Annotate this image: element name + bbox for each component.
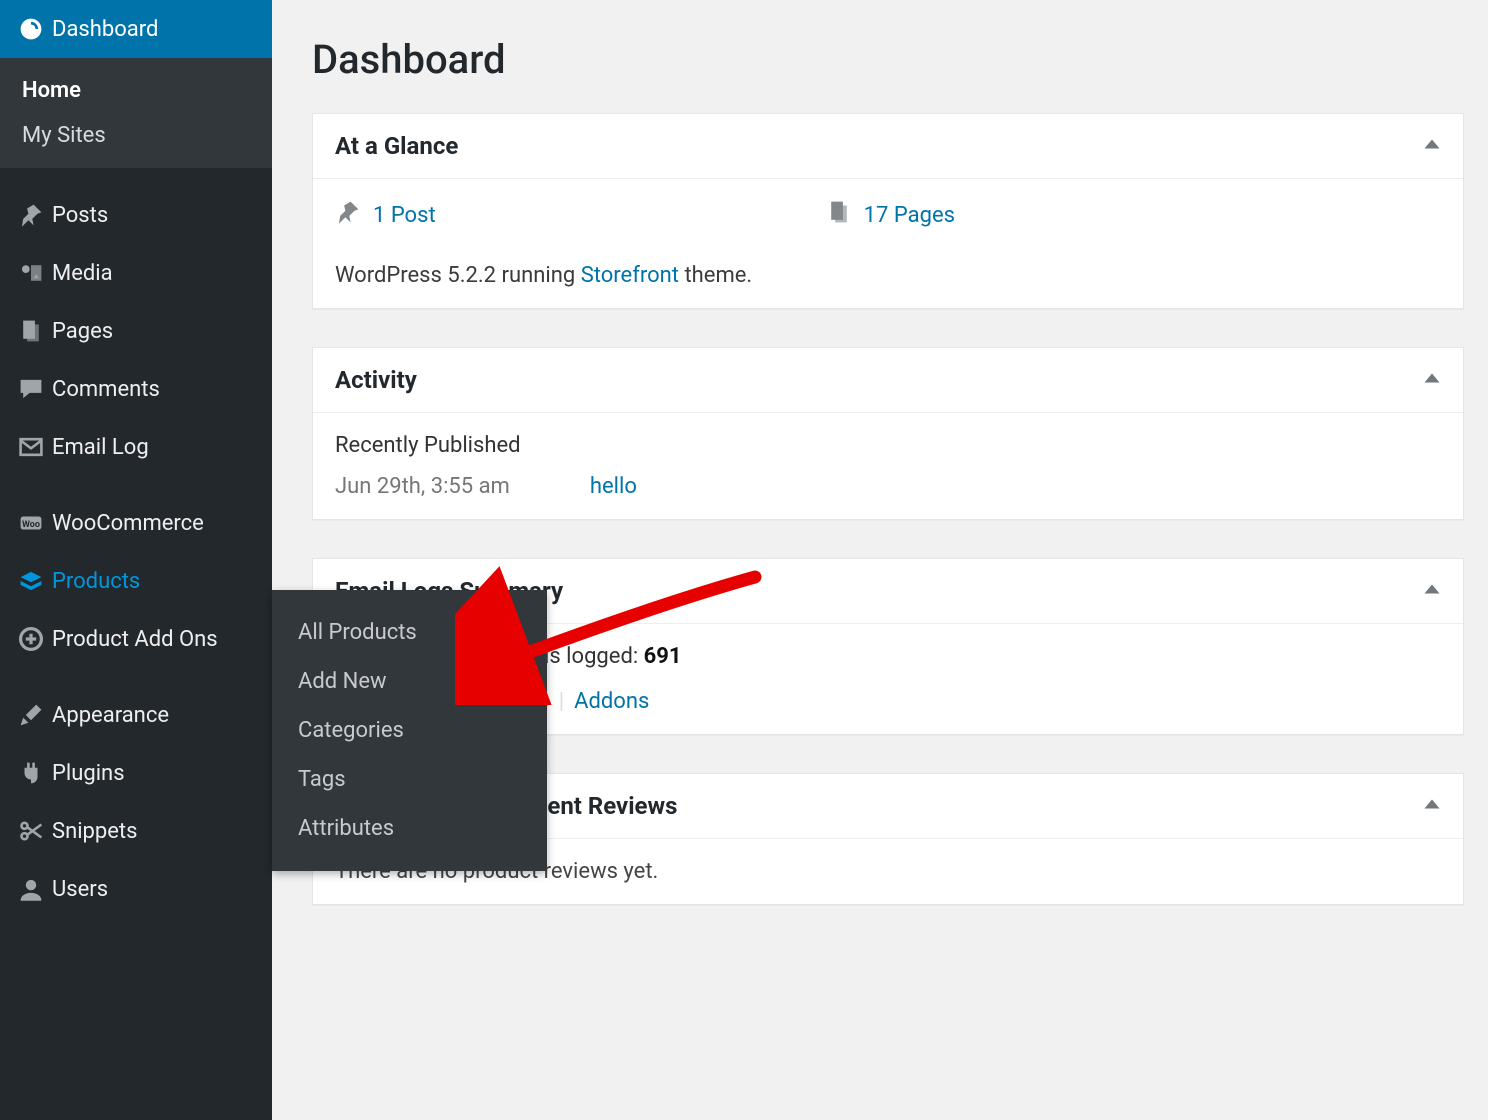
sidebar-item-label: Appearance xyxy=(52,703,169,728)
sidebar-item-label: Pages xyxy=(52,319,113,344)
collapse-icon[interactable] xyxy=(1423,795,1441,817)
sidebar-item-appearance[interactable]: Appearance xyxy=(0,686,272,744)
email-addons-link[interactable]: Addons xyxy=(574,689,649,714)
activity-row: Jun 29th, 3:55 am hello xyxy=(335,474,1441,499)
collapse-icon[interactable] xyxy=(1423,135,1441,157)
comments-icon xyxy=(18,375,52,403)
collapse-icon[interactable] xyxy=(1423,580,1441,602)
pages-icon xyxy=(18,317,52,345)
sidebar-sub-mysites[interactable]: My Sites xyxy=(18,113,272,158)
email-log-count-value: 691 xyxy=(644,644,682,669)
page-title: Dashboard xyxy=(312,0,1464,113)
admin-sidebar: Dashboard Home My Sites Posts Media Page… xyxy=(0,0,272,1120)
panel-at-a-glance: At a Glance 1 Post 17 Pages WordPress 5.… xyxy=(312,113,1464,309)
sidebar-item-label: Posts xyxy=(52,203,108,228)
pin-icon xyxy=(335,199,361,231)
woocommerce-icon: Woo xyxy=(18,509,52,537)
svg-text:Woo: Woo xyxy=(22,520,40,530)
scissors-icon xyxy=(18,817,52,845)
sidebar-submenu-dashboard: Home My Sites xyxy=(0,58,272,168)
glance-posts-link[interactable]: 1 Post xyxy=(373,203,436,228)
sidebar-item-productaddons[interactable]: Product Add Ons xyxy=(0,610,272,668)
sidebar-item-label: Comments xyxy=(52,377,160,402)
sidebar-item-posts[interactable]: Posts xyxy=(0,186,272,244)
sidebar-item-label: Users xyxy=(52,877,108,902)
envelope-icon xyxy=(18,433,52,461)
sidebar-item-products[interactable]: Products xyxy=(0,552,272,610)
panel-title: At a Glance xyxy=(335,132,458,160)
pages-icon xyxy=(826,199,852,231)
panel-activity: Activity Recently Published Jun 29th, 3:… xyxy=(312,347,1464,520)
user-icon xyxy=(18,875,52,903)
products-icon xyxy=(18,567,52,595)
wp-version-suffix: theme. xyxy=(679,263,752,288)
panel-header[interactable]: At a Glance xyxy=(313,114,1463,179)
sidebar-item-media[interactable]: Media xyxy=(0,244,272,302)
sidebar-item-label: Email Log xyxy=(52,435,149,460)
pin-icon xyxy=(18,201,52,229)
glance-pages-link[interactable]: 17 Pages xyxy=(864,203,955,228)
sidebar-item-emaillog[interactable]: Email Log xyxy=(0,418,272,476)
activity-subheading: Recently Published xyxy=(335,433,1441,474)
sidebar-item-woocommerce[interactable]: Woo WooCommerce xyxy=(0,494,272,552)
flyout-all-products[interactable]: All Products xyxy=(272,608,547,657)
sidebar-item-snippets[interactable]: Snippets xyxy=(0,802,272,860)
sidebar-item-users[interactable]: Users xyxy=(0,860,272,918)
main-content: Dashboard At a Glance 1 Post 17 Pages xyxy=(272,0,1488,1120)
flyout-attributes[interactable]: Attributes xyxy=(272,804,547,853)
activity-post-link[interactable]: hello xyxy=(590,474,637,499)
panel-title: Activity xyxy=(335,366,417,394)
sidebar-item-label: WooCommerce xyxy=(52,511,204,536)
sidebar-item-label: Snippets xyxy=(52,819,138,844)
sidebar-item-label: Product Add Ons xyxy=(52,627,218,652)
brush-icon xyxy=(18,701,52,729)
sidebar-item-label: Media xyxy=(52,261,113,286)
activity-date: Jun 29th, 3:55 am xyxy=(335,474,510,499)
dashboard-icon xyxy=(18,15,52,43)
sidebar-item-label: Products xyxy=(52,569,140,594)
glance-pages[interactable]: 17 Pages xyxy=(826,199,955,231)
flyout-add-new[interactable]: Add New xyxy=(272,657,547,706)
collapse-icon[interactable] xyxy=(1423,369,1441,391)
panel-header[interactable]: Activity xyxy=(313,348,1463,413)
sidebar-item-label: Plugins xyxy=(52,761,125,786)
theme-link[interactable]: Storefront xyxy=(581,263,679,288)
glance-posts[interactable]: 1 Post xyxy=(335,199,436,231)
sidebar-item-comments[interactable]: Comments xyxy=(0,360,272,418)
media-icon xyxy=(18,259,52,287)
flyout-tags[interactable]: Tags xyxy=(272,755,547,804)
sidebar-sub-home[interactable]: Home xyxy=(18,68,272,113)
plus-circle-icon xyxy=(18,625,52,653)
flyout-categories[interactable]: Categories xyxy=(272,706,547,755)
products-flyout: All Products Add New Categories Tags Att… xyxy=(272,590,547,871)
sidebar-item-plugins[interactable]: Plugins xyxy=(0,744,272,802)
sidebar-item-pages[interactable]: Pages xyxy=(0,302,272,360)
wp-version-prefix: WordPress 5.2.2 running xyxy=(335,263,581,288)
sidebar-item-dashboard[interactable]: Dashboard xyxy=(0,0,272,58)
sidebar-item-label: Dashboard xyxy=(52,17,158,42)
wp-version-line: WordPress 5.2.2 running Storefront theme… xyxy=(335,249,1441,288)
plug-icon xyxy=(18,759,52,787)
